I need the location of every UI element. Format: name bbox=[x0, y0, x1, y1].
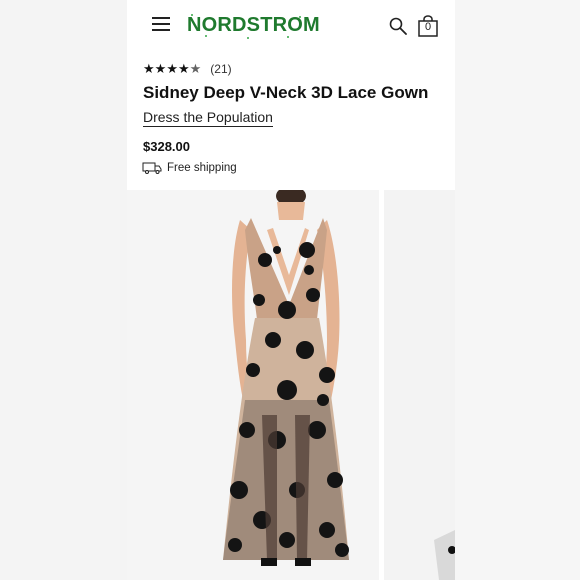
product-price: $328.00 bbox=[143, 139, 190, 154]
star-icon: ★ bbox=[166, 61, 178, 76]
next-photo-illustration bbox=[434, 530, 455, 580]
search-icon[interactable] bbox=[389, 17, 407, 35]
shopping-bag-icon[interactable]: 0 bbox=[417, 15, 439, 37]
product-rating[interactable]: ★ ★ ★ ★ ★ (21) bbox=[143, 61, 232, 77]
star-icon: ★ bbox=[177, 61, 190, 76]
product-image-gallery[interactable] bbox=[127, 186, 455, 580]
brand-link[interactable]: Dress the Population bbox=[143, 109, 273, 127]
product-page: NORDSTROM 0 ★ ★ ★ ★ ★ (21) Sidney Deep V… bbox=[127, 0, 455, 580]
bag-count: 0 bbox=[424, 21, 432, 33]
left-background bbox=[0, 0, 127, 580]
product-title: Sidney Deep V-Neck 3D Lace Gown bbox=[143, 83, 429, 102]
gown-illustration bbox=[223, 186, 349, 566]
star-icon: ★ bbox=[154, 61, 167, 76]
half-star-icon: ★ bbox=[189, 61, 202, 76]
shipping-info: Free shipping bbox=[142, 162, 237, 174]
nordstrom-logo[interactable]: NORDSTROM bbox=[187, 10, 320, 40]
hamburger-menu-icon[interactable] bbox=[152, 17, 170, 31]
right-background bbox=[455, 0, 580, 580]
star-icon: ★ bbox=[143, 61, 155, 76]
shipping-text: Free shipping bbox=[167, 162, 237, 174]
product-photo[interactable] bbox=[127, 186, 379, 580]
review-count[interactable]: (21) bbox=[210, 62, 231, 76]
rating-stars: ★ ★ ★ ★ ★ bbox=[143, 62, 201, 76]
delivery-truck-icon bbox=[142, 162, 162, 174]
next-product-photo-peek[interactable] bbox=[384, 190, 455, 580]
top-nav: NORDSTROM 0 bbox=[127, 0, 455, 52]
